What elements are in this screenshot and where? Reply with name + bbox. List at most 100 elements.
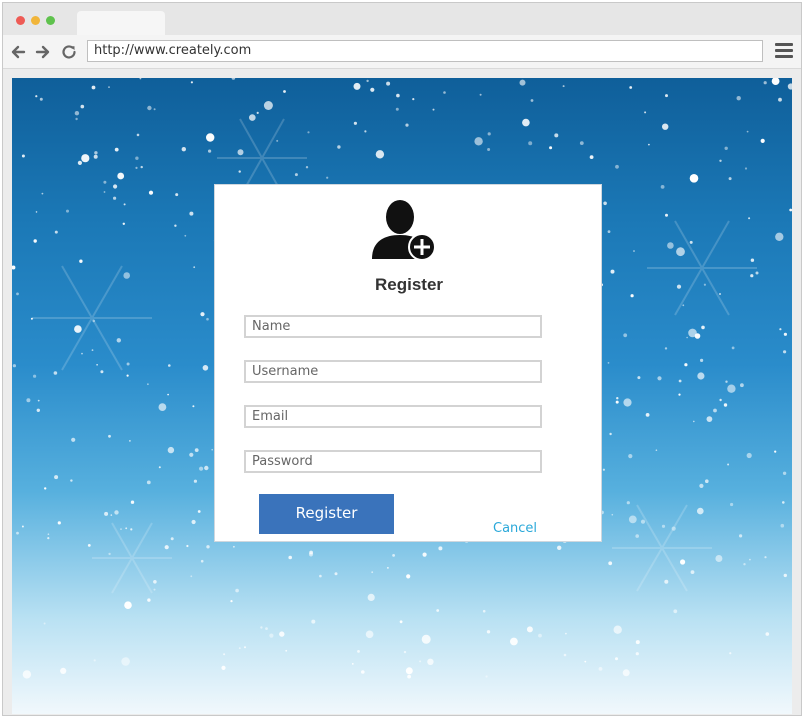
snow-dot bbox=[74, 325, 82, 333]
snow-dot bbox=[54, 475, 59, 480]
snow-dot bbox=[771, 78, 780, 85]
arrow-left-icon[interactable] bbox=[9, 43, 27, 61]
snow-dot bbox=[682, 304, 685, 307]
close-window-button[interactable] bbox=[16, 16, 25, 25]
snow-dot bbox=[392, 554, 395, 557]
snow-dot bbox=[367, 593, 375, 602]
snow-dot bbox=[589, 155, 594, 159]
snow-dot bbox=[186, 544, 189, 548]
form-title: Register bbox=[374, 275, 444, 294]
snow-dot bbox=[223, 653, 226, 656]
snow-dot bbox=[630, 294, 634, 298]
snow-dot bbox=[57, 521, 61, 525]
snow-dot bbox=[635, 652, 639, 656]
snow-dot bbox=[37, 399, 40, 402]
snow-dot bbox=[231, 78, 236, 80]
snow-dot bbox=[237, 149, 244, 156]
snow-dot bbox=[353, 121, 357, 125]
snow-dot bbox=[66, 209, 69, 213]
snow-dot bbox=[189, 211, 194, 216]
snow-dot bbox=[206, 317, 209, 321]
maximize-window-button[interactable] bbox=[46, 16, 55, 25]
snow-dot bbox=[648, 143, 650, 146]
snow-dot bbox=[678, 379, 682, 383]
snow-dot bbox=[421, 634, 431, 644]
snow-dot bbox=[479, 93, 482, 96]
snow-dot bbox=[775, 232, 784, 241]
username-field[interactable]: Username bbox=[244, 360, 542, 383]
snow-dot bbox=[263, 101, 273, 110]
snow-dot bbox=[361, 670, 365, 674]
snow-dot bbox=[782, 501, 785, 504]
snow-dot bbox=[371, 571, 374, 574]
snow-dot bbox=[189, 452, 194, 457]
snow-dot bbox=[676, 247, 685, 257]
snow-dot bbox=[667, 242, 674, 249]
snow-dot bbox=[760, 138, 765, 143]
snow-dot bbox=[147, 598, 151, 602]
snow-dot bbox=[640, 519, 646, 524]
snow-dot bbox=[603, 201, 607, 206]
snow-dot bbox=[260, 626, 263, 629]
snow-dot bbox=[780, 523, 785, 528]
snow-dot bbox=[308, 552, 314, 557]
browser-tab[interactable] bbox=[77, 11, 165, 35]
snow-dot bbox=[763, 81, 767, 85]
minimize-window-button[interactable] bbox=[31, 16, 40, 25]
snow-dot bbox=[485, 675, 488, 678]
snow-dot bbox=[197, 510, 201, 513]
snow-dot bbox=[194, 448, 199, 452]
snow-dot bbox=[110, 514, 113, 516]
snow-dot bbox=[610, 269, 615, 274]
snow-dot bbox=[146, 480, 151, 485]
snow-dot bbox=[204, 465, 209, 471]
cancel-link[interactable]: Cancel bbox=[493, 521, 537, 536]
name-field[interactable]: Name bbox=[244, 315, 542, 338]
snow-dot bbox=[81, 154, 90, 163]
snow-dot bbox=[199, 466, 204, 471]
snow-dot bbox=[783, 332, 788, 336]
snow-dot bbox=[16, 292, 19, 296]
snow-dot bbox=[94, 151, 98, 155]
register-button[interactable]: Register bbox=[259, 494, 394, 534]
password-field[interactable]: Password bbox=[244, 450, 542, 473]
snow-dot bbox=[664, 579, 669, 584]
address-bar[interactable]: http://www.creately.com bbox=[87, 40, 763, 62]
snow-dot bbox=[622, 669, 630, 677]
snow-dot bbox=[208, 149, 212, 153]
snow-dot bbox=[125, 527, 128, 530]
snow-dot bbox=[443, 91, 446, 94]
snow-dot bbox=[75, 117, 78, 121]
snow-dot bbox=[706, 416, 713, 422]
snow-dot bbox=[288, 555, 293, 560]
snow-dot bbox=[294, 173, 298, 177]
snow-dot bbox=[117, 172, 125, 180]
reload-icon[interactable] bbox=[60, 43, 78, 61]
snow-dot bbox=[789, 208, 792, 212]
snow-dot bbox=[238, 647, 241, 649]
snow-dot bbox=[510, 637, 518, 646]
email-field[interactable]: Email bbox=[244, 405, 542, 428]
snow-dot bbox=[787, 83, 792, 90]
snow-dot bbox=[598, 667, 603, 671]
snow-dot bbox=[147, 383, 149, 386]
snow-dot bbox=[22, 670, 32, 679]
snow-dot bbox=[174, 224, 177, 227]
snow-dot bbox=[244, 646, 246, 649]
snow-dot bbox=[719, 293, 721, 295]
snow-dot bbox=[522, 118, 530, 127]
snow-dot bbox=[719, 398, 722, 402]
snow-dot bbox=[126, 362, 130, 366]
hamburger-menu-icon[interactable] bbox=[775, 43, 793, 59]
snow-dot bbox=[351, 663, 354, 665]
arrow-right-icon[interactable] bbox=[34, 43, 52, 61]
snow-dot bbox=[749, 558, 751, 561]
snow-dot bbox=[690, 570, 695, 574]
snow-dot bbox=[103, 180, 107, 184]
snow-dot bbox=[405, 123, 409, 127]
snow-dot bbox=[47, 533, 50, 535]
snow-dot bbox=[724, 146, 728, 150]
snow-dot bbox=[633, 250, 635, 252]
snow-dot bbox=[135, 156, 139, 160]
snow-dot bbox=[129, 440, 131, 442]
